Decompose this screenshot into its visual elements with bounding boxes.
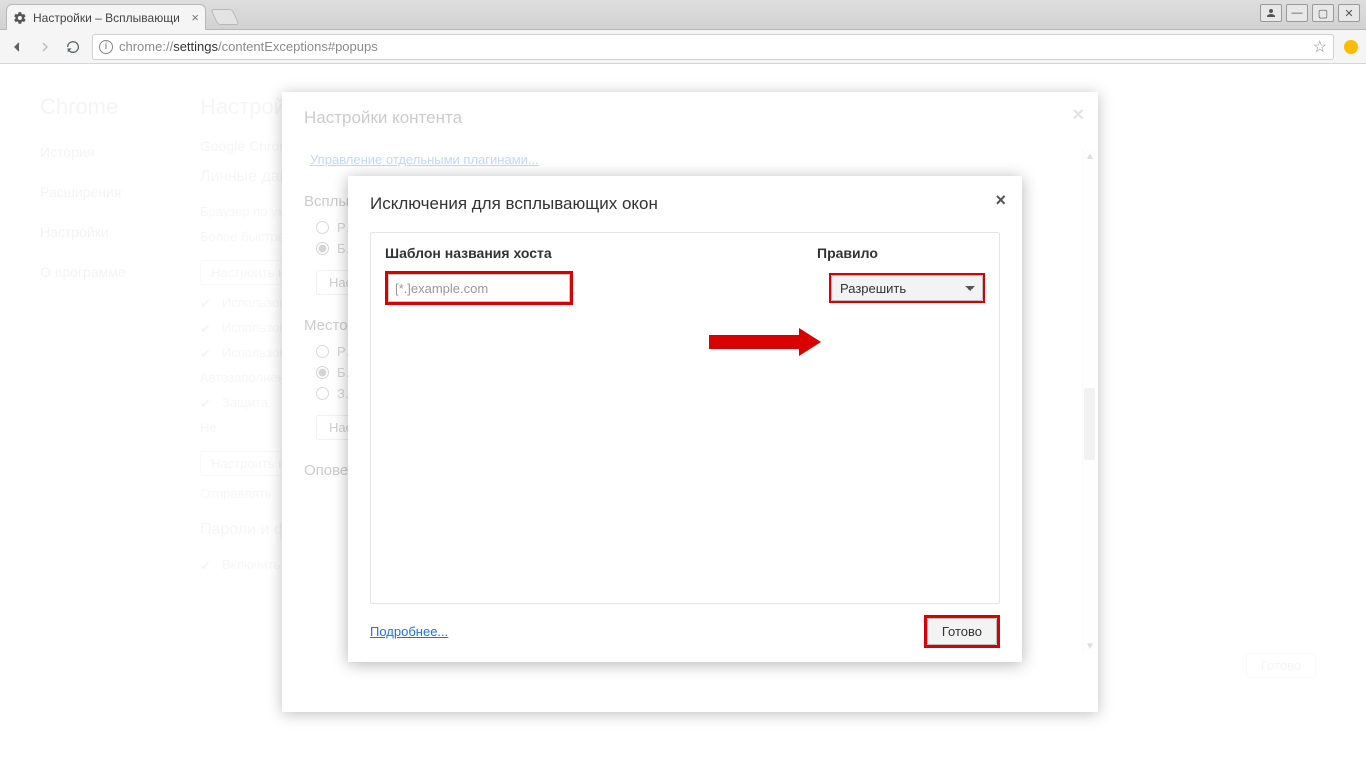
column-rule-header: Правило bbox=[817, 245, 985, 261]
browser-toolbar: i chrome://settings/contentExceptions#po… bbox=[0, 30, 1366, 64]
done-button[interactable]: Готово bbox=[927, 618, 997, 645]
host-pattern-input[interactable] bbox=[388, 274, 570, 302]
annotation-arrow-icon bbox=[709, 331, 825, 353]
host-input-highlight bbox=[385, 271, 573, 305]
window-titlebar: Настройки – Всплывающи × — ▢ ✕ bbox=[0, 0, 1366, 30]
exception-row: Разрешить bbox=[385, 271, 985, 305]
chrome-menu-button[interactable] bbox=[1344, 40, 1358, 54]
tab-strip: Настройки – Всплывающи × bbox=[0, 0, 1366, 29]
minimize-button[interactable]: — bbox=[1286, 4, 1308, 22]
close-window-button[interactable]: ✕ bbox=[1338, 4, 1360, 22]
tab-title: Настройки – Всплывающи bbox=[33, 11, 185, 25]
dialog-close-icon[interactable]: × bbox=[995, 190, 1006, 211]
reload-button[interactable] bbox=[64, 38, 82, 56]
done-button-highlight: Готово bbox=[924, 615, 1000, 648]
forward-button[interactable] bbox=[36, 38, 54, 56]
user-icon[interactable] bbox=[1260, 4, 1282, 22]
window-controls: — ▢ ✕ bbox=[1260, 4, 1360, 22]
tab-close-icon[interactable]: × bbox=[191, 10, 199, 25]
gear-icon bbox=[13, 11, 27, 25]
maximize-button[interactable]: ▢ bbox=[1312, 4, 1334, 22]
bookmark-star-icon[interactable]: ☆ bbox=[1313, 37, 1327, 57]
dialog-title: Исключения для всплывающих окон bbox=[348, 176, 1022, 222]
page-viewport: Chrome История Расширения Настройки О пр… bbox=[0, 64, 1366, 768]
back-button[interactable] bbox=[8, 38, 26, 56]
dialog-body: Шаблон названия хоста Правило Разрешить bbox=[370, 232, 1000, 604]
rule-select-highlight: Разрешить bbox=[829, 273, 985, 303]
address-bar[interactable]: i chrome://settings/contentExceptions#po… bbox=[92, 34, 1334, 60]
site-info-icon[interactable]: i bbox=[99, 40, 113, 54]
learn-more-link[interactable]: Подробнее... bbox=[370, 624, 448, 639]
new-tab-button[interactable] bbox=[210, 9, 239, 25]
column-host-header: Шаблон названия хоста bbox=[385, 245, 817, 261]
tab-settings[interactable]: Настройки – Всплывающи × bbox=[6, 4, 206, 30]
url-text: chrome://settings/contentExceptions#popu… bbox=[119, 39, 378, 54]
dialog-footer: Подробнее... Готово bbox=[370, 615, 1000, 648]
rule-select[interactable]: Разрешить bbox=[831, 275, 983, 301]
popup-exceptions-dialog: Исключения для всплывающих окон × Шаблон… bbox=[348, 176, 1022, 662]
